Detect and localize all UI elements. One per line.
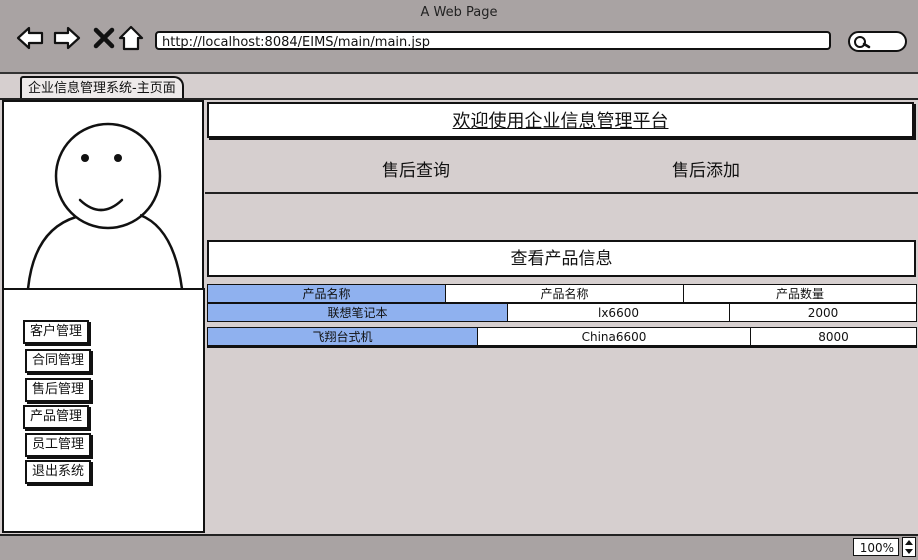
sidebar-item-logout[interactable]: 退出系统 <box>25 460 92 484</box>
product-section-title: 查看产品信息 <box>207 240 916 277</box>
column-header-product-name-2: 产品名称 <box>445 284 684 303</box>
product-model-cell: lx6600 <box>507 303 730 322</box>
back-arrow-icon[interactable] <box>16 24 44 52</box>
search-box[interactable] <box>848 31 907 52</box>
sidebar-item-product-management[interactable]: 产品管理 <box>23 405 90 429</box>
zoom-stepper[interactable] <box>902 537 916 557</box>
product-name-cell: 联想笔记本 <box>207 303 508 322</box>
home-icon[interactable] <box>117 24 145 52</box>
welcome-banner[interactable]: 欢迎使用企业信息管理平台 <box>207 102 914 138</box>
product-quantity-cell: 2000 <box>729 303 917 322</box>
sidebar-item-after-sales-management[interactable]: 售后管理 <box>25 378 92 402</box>
status-bar <box>0 534 918 560</box>
divider <box>205 192 918 194</box>
product-name-cell: 飞翔台式机 <box>207 327 478 346</box>
address-bar[interactable]: http://localhost:8084/EIMS/main/main.jsp <box>155 31 831 50</box>
product-model-cell: China6600 <box>477 327 751 346</box>
welcome-link[interactable]: 欢迎使用企业信息管理平台 <box>453 111 669 132</box>
zoom-level[interactable]: 100% <box>853 538 899 556</box>
spinner-icon <box>905 540 913 554</box>
product-quantity-cell: 8000 <box>750 327 917 346</box>
forward-arrow-icon[interactable] <box>53 24 81 52</box>
close-icon[interactable] <box>90 24 118 52</box>
sidebar-item-customer-management[interactable]: 客户管理 <box>23 320 90 344</box>
sidebar-item-employee-management[interactable]: 员工管理 <box>25 433 92 457</box>
browser-toolbar: A Web Page http://localhost:8084/EIMS/ma… <box>0 0 918 72</box>
table-header-row: 产品名称 产品名称 产品数量 <box>207 284 917 303</box>
column-header-product-quantity: 产品数量 <box>683 284 917 303</box>
table-row[interactable]: 飞翔台式机 China6600 8000 <box>207 327 917 346</box>
tab-main-page[interactable]: 企业信息管理系统-主页面 <box>20 76 184 100</box>
after-sales-add-link[interactable]: 售后添加 <box>672 156 740 181</box>
avatar-panel <box>2 100 204 290</box>
avatar-icon <box>26 122 184 290</box>
table-row[interactable]: 联想笔记本 lx6600 2000 <box>207 303 917 322</box>
sidebar-item-contract-management[interactable]: 合同管理 <box>25 349 92 373</box>
window-title: A Web Page <box>420 5 498 20</box>
column-header-product-name: 产品名称 <box>207 284 446 303</box>
after-sales-query-link[interactable]: 售后查询 <box>382 156 450 181</box>
search-icon <box>854 36 871 49</box>
